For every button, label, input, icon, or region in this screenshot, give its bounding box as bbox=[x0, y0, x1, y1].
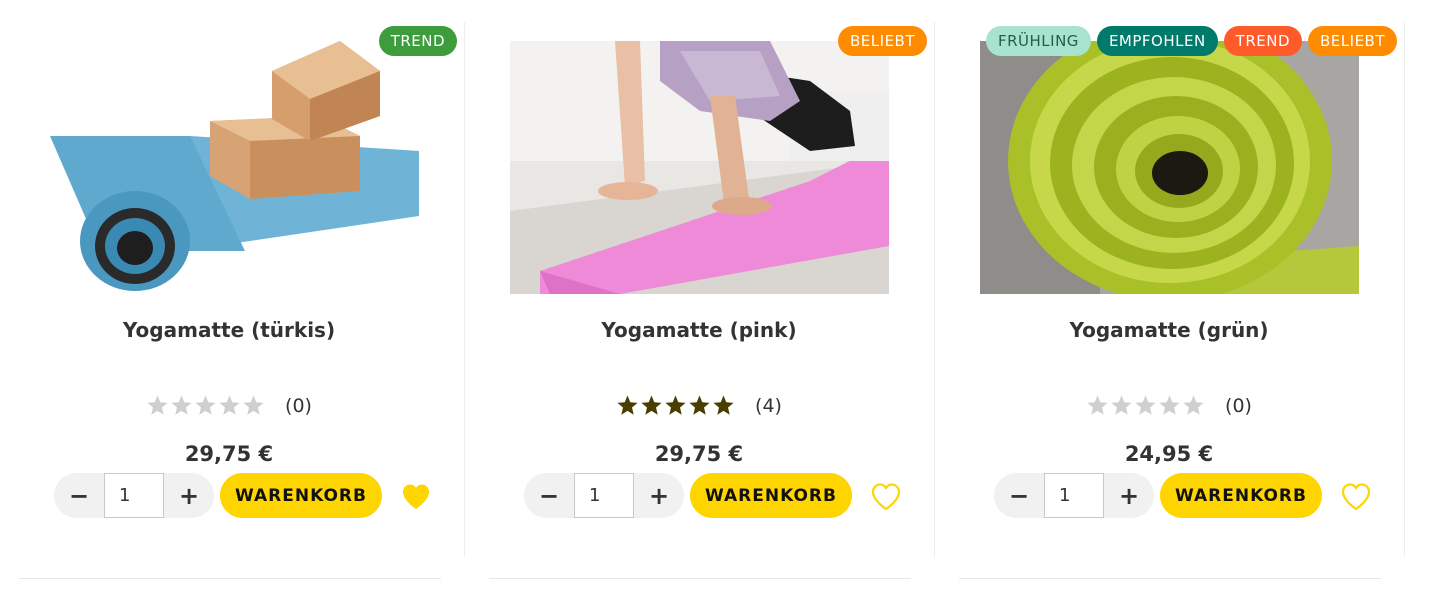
product-card: FRÜHLING EMPFOHLEN TREND BELIEBT Yogamatte … bbox=[959, 22, 1405, 557]
decrease-quantity-button[interactable]: − bbox=[54, 473, 104, 518]
product-title[interactable]: Yogamatte (grün) bbox=[959, 318, 1379, 342]
increase-quantity-button[interactable]: + bbox=[634, 473, 684, 518]
star-rating bbox=[616, 394, 735, 417]
product-grid: TREND Yogamatte (türkis) (0) 29,75 € − +… bbox=[0, 0, 1435, 599]
star-icon bbox=[617, 395, 638, 415]
product-price: 29,75 € bbox=[654, 442, 744, 466]
badge-list: TREND bbox=[378, 26, 457, 56]
star-icon bbox=[171, 395, 192, 415]
star-icon bbox=[1135, 395, 1156, 415]
card-bottom-rule bbox=[19, 578, 441, 579]
wishlist-heart-icon[interactable] bbox=[400, 480, 432, 512]
decrease-quantity-button[interactable]: − bbox=[524, 473, 574, 518]
yoga-mat-pink-image bbox=[510, 41, 889, 294]
rating: (4) bbox=[489, 394, 909, 417]
star-icon bbox=[195, 395, 216, 415]
badge-list: FRÜHLING EMPFOHLEN TREND BELIEBT bbox=[986, 26, 1397, 56]
rating: (0) bbox=[19, 394, 439, 417]
yoga-mat-green-image bbox=[980, 41, 1359, 294]
quantity-input[interactable] bbox=[1044, 473, 1104, 518]
product-badge: BELIEBT bbox=[838, 26, 927, 56]
star-icon bbox=[1159, 395, 1180, 415]
quantity-stepper: − + bbox=[524, 473, 684, 518]
star-rating bbox=[1086, 394, 1205, 417]
badge-list: BELIEBT bbox=[838, 26, 927, 56]
star-icon bbox=[1111, 395, 1132, 415]
add-to-cart-button[interactable]: WARENKORB bbox=[1160, 473, 1322, 518]
product-badge: BELIEBT bbox=[1308, 26, 1397, 56]
review-count[interactable]: (0) bbox=[285, 395, 312, 417]
product-title[interactable]: Yogamatte (pink) bbox=[489, 318, 909, 342]
product-title[interactable]: Yogamatte (türkis) bbox=[19, 318, 439, 342]
add-to-cart-button[interactable]: WARENKORB bbox=[690, 473, 852, 518]
increase-quantity-button[interactable]: + bbox=[164, 473, 214, 518]
card-bottom-rule bbox=[959, 578, 1381, 579]
quantity-stepper: − + bbox=[994, 473, 1154, 518]
yoga-mat-turquoise-image bbox=[40, 41, 419, 294]
product-badge: TREND bbox=[1223, 26, 1303, 56]
product-image[interactable] bbox=[40, 41, 419, 294]
wishlist-heart-icon[interactable] bbox=[870, 480, 902, 512]
card-bottom-rule bbox=[489, 578, 911, 579]
star-icon bbox=[641, 395, 662, 415]
product-image[interactable] bbox=[980, 41, 1359, 294]
quantity-input[interactable] bbox=[104, 473, 164, 518]
review-count[interactable]: (0) bbox=[1225, 395, 1252, 417]
wishlist-heart-icon[interactable] bbox=[1340, 480, 1372, 512]
star-icon bbox=[1183, 395, 1204, 415]
quantity-input[interactable] bbox=[574, 473, 634, 518]
star-icon bbox=[713, 395, 734, 415]
product-image[interactable] bbox=[510, 41, 889, 294]
buy-bar: − + WARENKORB bbox=[994, 473, 1372, 518]
buy-bar: − + WARENKORB bbox=[524, 473, 902, 518]
product-card: TREND Yogamatte (türkis) (0) 29,75 € − +… bbox=[19, 22, 465, 557]
add-to-cart-button[interactable]: WARENKORB bbox=[220, 473, 382, 518]
star-icon bbox=[243, 395, 264, 415]
star-icon bbox=[665, 395, 686, 415]
product-card: BELIEBT Yogamatte (pink) (4) 29,75 € − +… bbox=[489, 22, 935, 557]
buy-bar: − + WARENKORB bbox=[54, 473, 432, 518]
star-icon bbox=[1087, 395, 1108, 415]
star-icon bbox=[147, 395, 168, 415]
decrease-quantity-button[interactable]: − bbox=[994, 473, 1044, 518]
product-badge: EMPFOHLEN bbox=[1096, 26, 1218, 56]
star-icon bbox=[219, 395, 240, 415]
product-badge: TREND bbox=[378, 26, 457, 56]
rating: (0) bbox=[959, 394, 1379, 417]
review-count[interactable]: (4) bbox=[755, 395, 782, 417]
star-icon bbox=[689, 395, 710, 415]
product-badge: FRÜHLING bbox=[986, 26, 1091, 56]
product-price: 24,95 € bbox=[1124, 442, 1214, 466]
star-rating bbox=[146, 394, 265, 417]
product-price: 29,75 € bbox=[184, 442, 274, 466]
increase-quantity-button[interactable]: + bbox=[1104, 473, 1154, 518]
quantity-stepper: − + bbox=[54, 473, 214, 518]
